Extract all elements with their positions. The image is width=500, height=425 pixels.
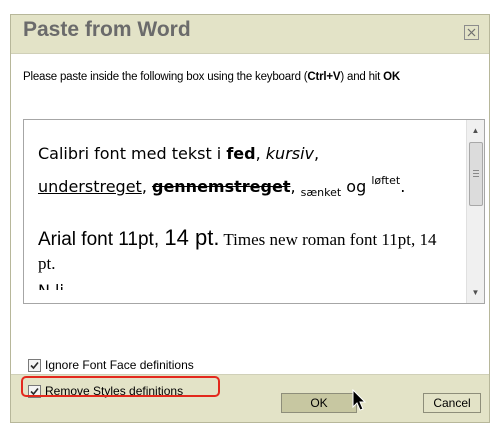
close-x-icon (467, 28, 476, 37)
pasted-content: Calibri font med tekst i fed, kursiv, un… (38, 140, 448, 290)
dialog-titlebar[interactable]: Paste from Word (11, 15, 489, 53)
scroll-down-arrow-icon[interactable]: ▼ (467, 284, 484, 301)
italic-text: kursiv (265, 144, 315, 163)
pasted-line-2: understreget, gennemstreget, sænket og l… (38, 167, 448, 206)
arial-14pt-text: 14 pt. (164, 225, 220, 250)
subscript-text: sænket (300, 186, 342, 199)
line1-sep2: , (314, 144, 320, 163)
scroll-up-arrow-icon[interactable]: ▲ (467, 122, 484, 139)
underline-text: understreget (38, 177, 142, 196)
line2-end: . (400, 177, 406, 196)
ignore-font-face-label[interactable]: Ignore Font Face definitions (45, 358, 194, 372)
strike-text: gennemstreget (151, 177, 291, 196)
instructions-part1: Please paste inside the following box us… (23, 71, 308, 83)
instructions-part2: ) and hit (340, 71, 384, 83)
paste-area-scrollbar[interactable]: ▲ ▼ (466, 120, 484, 303)
instructions-text: Please paste inside the following box us… (23, 71, 485, 84)
paste-from-word-dialog: Paste from Word Please paste inside the … (10, 14, 490, 423)
shortcut-label: Ctrl+V (307, 71, 341, 83)
checkmark-icon (30, 361, 39, 370)
ok-word: OK (383, 71, 400, 83)
line1-sep1: , (255, 144, 266, 163)
line2-sep2: , (290, 177, 301, 196)
line2-og: og (341, 177, 372, 196)
line1-text: Calibri font med tekst i (38, 144, 227, 163)
cancel-button[interactable]: Cancel (423, 393, 481, 413)
scrollbar-thumb[interactable] (469, 142, 483, 206)
grip-icon (473, 170, 479, 177)
pasted-line-3: Arial font 11pt, 14 pt. Times new roman … (38, 226, 448, 276)
mouse-pointer-icon (352, 389, 367, 411)
line2-sep1: , (141, 177, 152, 196)
pasted-line-4-partial: N li (38, 284, 448, 290)
arial-text: Arial font 11pt, (38, 229, 165, 250)
close-button[interactable] (464, 25, 479, 40)
bold-text: fed (226, 144, 256, 163)
paste-area[interactable]: Calibri font med tekst i fed, kursiv, un… (23, 119, 485, 304)
superscript-text: løftet (371, 174, 401, 187)
ignore-font-face-checkbox[interactable] (28, 359, 41, 372)
dialog-content: Please paste inside the following box us… (11, 53, 489, 398)
ok-button[interactable]: OK (281, 393, 357, 413)
pasted-line-1: Calibri font med tekst i fed, kursiv, (38, 140, 448, 167)
dialog-title: Paste from Word (23, 18, 191, 41)
dialog-footer: OK Cancel (11, 375, 489, 422)
